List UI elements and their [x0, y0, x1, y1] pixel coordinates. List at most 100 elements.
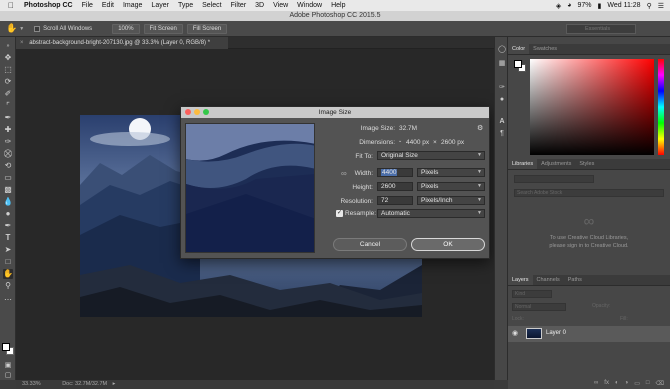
notification-center-icon[interactable]: ☰ — [658, 2, 664, 10]
document-tab[interactable]: × abstract-background-bright-207130.jpg … — [16, 37, 228, 49]
collapse-tools-icon[interactable]: » — [3, 41, 13, 51]
path-selection-tool-icon[interactable]: ➤ — [3, 245, 13, 255]
zoom-window-button[interactable] — [203, 109, 209, 115]
canvas-area[interactable]: Image Size Image Size: 32.7M ⚙ Dimension… — [16, 49, 494, 380]
minimize-window-button[interactable] — [194, 109, 200, 115]
tab-paths[interactable]: Paths — [564, 275, 586, 285]
rectangle-tool-icon[interactable]: □ — [3, 257, 13, 267]
zoom-100-button[interactable]: 100% — [112, 23, 140, 34]
tab-adjustments[interactable]: Adjustments — [537, 159, 575, 169]
fx-icon[interactable]: fx — [604, 380, 609, 389]
close-window-button[interactable] — [185, 109, 191, 115]
pen-tool-icon[interactable]: ✒ — [3, 221, 13, 231]
height-input[interactable]: 2600 — [377, 182, 413, 191]
brush-tool-icon[interactable]: ✑ — [3, 137, 13, 147]
cancel-button[interactable]: Cancel — [333, 238, 407, 251]
screen-mode-icon[interactable]: ▢ — [3, 371, 13, 381]
menu-app-name[interactable]: Photoshop CC — [24, 2, 73, 9]
width-input[interactable]: 4400 — [377, 168, 413, 177]
gradient-tool-icon[interactable]: ▩ — [3, 185, 13, 195]
dodge-tool-icon[interactable]: ● — [3, 209, 13, 219]
history-panel-icon[interactable]: ◯ — [497, 45, 507, 55]
paragraph-panel-icon[interactable]: ¶ — [497, 129, 507, 139]
menu-filter[interactable]: Filter — [231, 2, 247, 9]
blend-mode-dropdown[interactable]: Normal — [512, 303, 566, 311]
menu-window[interactable]: Window — [297, 2, 322, 9]
marquee-tool-icon[interactable]: ⬚ — [3, 65, 13, 75]
library-dropdown[interactable] — [514, 175, 594, 183]
color-picker-field[interactable] — [530, 59, 654, 155]
library-search-input[interactable]: Search Adobe Stock — [514, 189, 664, 197]
tab-color[interactable]: Color — [508, 44, 530, 54]
menu-view[interactable]: View — [273, 2, 288, 9]
foreground-color-swatch[interactable] — [2, 343, 10, 351]
fit-to-dropdown[interactable]: Original Size ▼ — [377, 151, 485, 160]
close-icon[interactable]: × — [20, 40, 24, 46]
chevron-right-icon[interactable]: ▸ — [113, 381, 116, 387]
character-panel-icon[interactable]: A — [497, 117, 507, 127]
new-layer-icon[interactable]: □ — [646, 380, 650, 389]
eyedropper-tool-icon[interactable]: ✒ — [3, 113, 13, 123]
type-tool-icon[interactable]: T — [3, 233, 13, 243]
hand-tool-icon[interactable]: ✋ — [6, 23, 17, 34]
scroll-all-windows-checkbox[interactable] — [34, 25, 41, 32]
brush-panel-icon[interactable]: ✑ — [497, 83, 507, 93]
history-brush-tool-icon[interactable]: ⟲ — [3, 161, 13, 171]
layer-name[interactable]: Layer 0 — [546, 330, 566, 336]
move-tool-icon[interactable]: ✥ — [3, 53, 13, 63]
image-preview[interactable] — [185, 123, 315, 253]
hue-slider[interactable] — [658, 59, 664, 155]
ok-button[interactable]: OK — [411, 238, 485, 251]
eraser-tool-icon[interactable]: ▭ — [3, 173, 13, 183]
fit-screen-button[interactable]: Fit Screen — [143, 23, 183, 34]
more-tools-icon[interactable]: ⋯ — [3, 295, 13, 305]
eye-icon[interactable]: ◉ — [512, 329, 518, 337]
zoom-tool-icon[interactable]: ⚲ — [3, 281, 13, 291]
height-unit-dropdown[interactable]: Pixels ▼ — [417, 182, 485, 191]
dropbox-icon[interactable]: ◈ — [556, 2, 561, 10]
fill-screen-button[interactable]: Fill Screen — [186, 23, 228, 34]
link-layers-icon[interactable]: ∞ — [594, 380, 598, 389]
tab-channels[interactable]: Channels — [533, 275, 564, 285]
quick-mask-icon[interactable]: ▣ — [3, 361, 13, 371]
doc-info[interactable]: Doc: 32.7M/32.7M — [62, 381, 107, 387]
tab-libraries[interactable]: Libraries — [508, 159, 538, 169]
clone-source-icon[interactable]: ● — [497, 95, 507, 105]
menu-file[interactable]: File — [82, 2, 93, 9]
resample-checkbox[interactable]: ✓ — [336, 210, 343, 217]
crop-tool-icon[interactable]: ⌜ — [3, 101, 13, 111]
properties-panel-icon[interactable]: ▦ — [497, 59, 507, 69]
menu-layer[interactable]: Layer — [151, 2, 169, 9]
menu-image[interactable]: Image — [123, 2, 142, 9]
adjustment-layer-icon[interactable]: ◑ — [625, 380, 629, 389]
clock[interactable]: Wed 11:28 — [607, 2, 640, 9]
tab-swatches[interactable]: Swatches — [529, 44, 561, 54]
healing-brush-tool-icon[interactable]: ✚ — [3, 125, 13, 135]
clone-stamp-tool-icon[interactable]: ⛒ — [3, 149, 13, 159]
menu-type[interactable]: Type — [178, 2, 193, 9]
gear-icon[interactable]: ⚙ — [477, 124, 483, 132]
tool-preset-dropdown-icon[interactable]: ▼ — [19, 26, 24, 32]
chevron-down-icon[interactable]: ⌄ — [398, 138, 402, 144]
wifi-icon[interactable]: ◕ — [567, 2, 571, 9]
trash-icon[interactable]: ⌫ — [656, 380, 664, 389]
resolution-unit-dropdown[interactable]: Pixels/Inch ▼ — [417, 196, 485, 205]
blur-tool-icon[interactable]: 💧 — [3, 197, 13, 207]
add-mask-icon[interactable]: ◐ — [615, 380, 619, 389]
width-unit-dropdown[interactable]: Pixels ▼ — [417, 168, 485, 177]
new-group-icon[interactable]: ▭ — [634, 380, 640, 389]
layer-filter-kind[interactable]: Kind — [512, 290, 552, 298]
resample-dropdown[interactable]: Automatic ▼ — [377, 209, 485, 218]
hand-tool-icon[interactable]: ✋ — [3, 269, 13, 279]
quick-select-tool-icon[interactable]: ✐ — [3, 89, 13, 99]
apple-icon[interactable]:  — [8, 1, 18, 10]
tab-styles[interactable]: Styles — [575, 159, 598, 169]
menu-edit[interactable]: Edit — [102, 2, 114, 9]
menu-help[interactable]: Help — [331, 2, 345, 9]
foreground-swatch[interactable] — [514, 60, 522, 68]
menu-3d[interactable]: 3D — [255, 2, 264, 9]
search-icon[interactable]: ⚲ — [647, 2, 652, 10]
battery-icon[interactable]: ▮ — [598, 2, 602, 10]
resolution-input[interactable]: 72 — [377, 196, 413, 205]
layer-row[interactable]: ◉ Layer 0 — [508, 326, 670, 342]
